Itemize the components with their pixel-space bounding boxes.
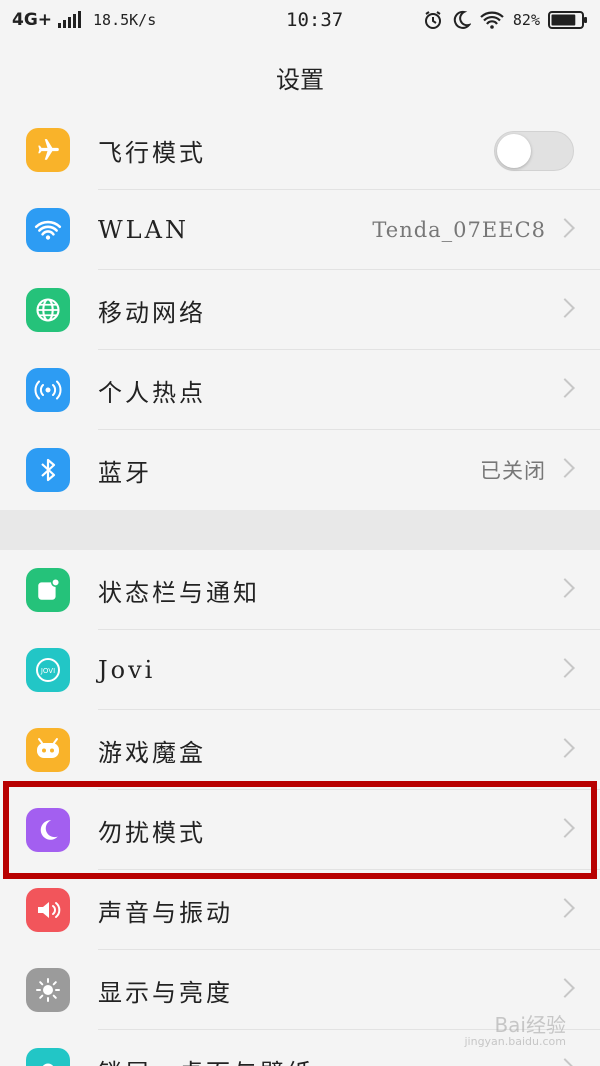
moon-icon — [26, 808, 70, 852]
setting-row-game-box[interactable]: 游戏魔盒 — [0, 710, 600, 790]
setting-label: 状态栏与通知 — [98, 578, 260, 607]
settings-group-connectivity: 飞行模式 WLAN Tenda_07EEC8 移动网络 个人热点 蓝牙 已关闭 — [0, 110, 600, 510]
setting-label: 勿扰模式 — [98, 818, 206, 847]
setting-row-airplane[interactable]: 飞行模式 — [0, 110, 600, 190]
setting-row-jovi[interactable]: JOVI Jovi — [0, 630, 600, 710]
setting-label: 声音与振动 — [98, 898, 233, 927]
watermark-text: Bai经验 — [494, 1012, 566, 1037]
wlan-ssid: Tenda_07EEC8 — [372, 218, 546, 242]
setting-label: WLAN — [98, 216, 189, 244]
setting-row-wlan[interactable]: WLAN Tenda_07EEC8 — [0, 190, 600, 270]
clock: 10:37 — [286, 9, 344, 31]
watermark-sub: jingyan.baidu.com — [464, 1034, 566, 1048]
chevron-right-icon — [555, 1058, 575, 1066]
setting-label: 移动网络 — [98, 298, 206, 327]
network-speed: 18.5K/s — [93, 11, 157, 29]
page-title: 设置 — [0, 40, 600, 116]
setting-label: Jovi — [98, 656, 156, 684]
page-title-text: 设置 — [276, 66, 324, 94]
jovi-icon: JOVI — [26, 648, 70, 692]
chevron-right-icon — [555, 818, 575, 838]
chevron-right-icon — [555, 738, 575, 758]
setting-row-sound-vibration[interactable]: 声音与振动 — [0, 870, 600, 950]
speaker-icon — [26, 888, 70, 932]
chevron-right-icon — [555, 658, 575, 678]
airplane-toggle[interactable] — [494, 131, 574, 171]
setting-row-do-not-disturb[interactable]: 勿扰模式 — [0, 790, 600, 870]
battery-percent: 82% — [512, 11, 540, 29]
setting-label: 游戏魔盒 — [98, 738, 206, 767]
bluetooth-status: 已关闭 — [480, 459, 546, 483]
hotspot-icon — [26, 368, 70, 412]
svg-text:JOVI: JOVI — [40, 667, 55, 675]
signal-icon — [58, 11, 82, 28]
setting-label: 锁屏、桌面与壁纸 — [98, 1053, 314, 1066]
chevron-right-icon — [555, 578, 575, 598]
setting-row-hotspot[interactable]: 个人热点 — [0, 350, 600, 430]
game-icon — [26, 728, 70, 772]
battery-icon — [548, 11, 587, 29]
wifi-icon — [26, 208, 70, 252]
setting-label: 蓝牙 — [98, 458, 152, 487]
bluetooth-icon — [26, 448, 70, 492]
globe-icon — [26, 288, 70, 332]
chevron-right-icon — [555, 898, 575, 918]
setting-label: 飞行模式 — [98, 138, 206, 167]
brightness-icon — [26, 968, 70, 1012]
network-type: 4G+ — [12, 10, 53, 30]
section-divider — [0, 510, 600, 550]
setting-row-bluetooth[interactable]: 蓝牙 已关闭 — [0, 430, 600, 510]
chevron-right-icon — [555, 458, 575, 478]
notification-icon — [26, 568, 70, 612]
chevron-right-icon — [555, 298, 575, 318]
settings-group-general: 状态栏与通知 JOVI Jovi 游戏魔盒 勿扰模式 声音与振动 显示与亮度 — [0, 550, 600, 1066]
status-bar: 4G+ 18.5K/s 10:37 82% — [0, 0, 600, 40]
setting-row-mobile-network[interactable]: 移动网络 — [0, 270, 600, 350]
toggle-knob — [497, 134, 531, 168]
alarm-icon — [424, 11, 441, 29]
wifi-status-icon — [480, 11, 504, 29]
airplane-icon — [26, 128, 70, 172]
setting-label: 个人热点 — [98, 378, 206, 407]
chevron-right-icon — [555, 218, 575, 238]
chevron-right-icon — [555, 378, 575, 398]
setting-row-status-bar-notifications[interactable]: 状态栏与通知 — [0, 550, 600, 630]
wallpaper-icon — [26, 1048, 70, 1066]
setting-label: 显示与亮度 — [98, 978, 233, 1007]
chevron-right-icon — [555, 978, 575, 998]
moon-status-icon — [453, 10, 471, 29]
watermark: Bai经验 jingyan.baidu.com — [464, 1014, 566, 1048]
